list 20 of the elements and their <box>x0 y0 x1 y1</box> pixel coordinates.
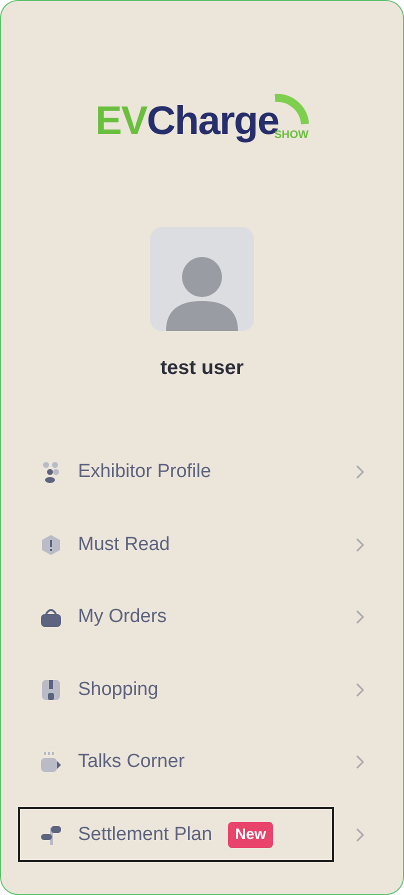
warning-icon <box>40 534 62 556</box>
bag-icon <box>40 606 62 628</box>
menu-item[interactable]: Shopping <box>18 662 334 718</box>
chevron-icon <box>356 828 364 842</box>
chevron-icon <box>356 538 364 552</box>
signpost-icon <box>40 824 62 846</box>
menu-item[interactable]: Exhibitor Profile <box>18 444 334 500</box>
shop-icon <box>40 678 62 701</box>
menu-item[interactable]: Must Read <box>18 517 334 572</box>
menu-item[interactable]: Settlement Plan New <box>18 807 334 862</box>
menu-item[interactable]: Talks Corner <box>18 734 334 790</box>
chevron-icon <box>356 682 364 697</box>
chevron-icon <box>356 465 364 480</box>
user-name: test user <box>160 356 244 381</box>
cup-icon <box>40 751 62 774</box>
new-badge: New <box>228 822 273 848</box>
people-icon <box>40 461 62 484</box>
menu-item[interactable]: My Orders <box>18 590 334 645</box>
chevron-icon <box>356 610 364 624</box>
chevron-icon <box>356 755 364 770</box>
